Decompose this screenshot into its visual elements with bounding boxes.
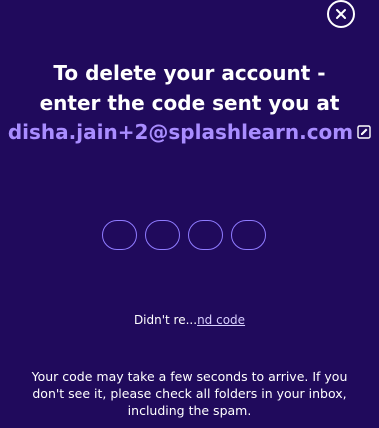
close-button[interactable] bbox=[327, 0, 355, 28]
otp-input-group bbox=[102, 220, 266, 250]
info-text: Your code may take a few seconds to arri… bbox=[0, 368, 379, 419]
otp-digit-1[interactable] bbox=[102, 220, 137, 250]
resend-row: Didn't re...nd code bbox=[0, 312, 379, 328]
email-row: disha.jain+2@splashlearn.com bbox=[0, 117, 379, 147]
page-title-line1: To delete your account - bbox=[53, 61, 326, 85]
resend-code-link[interactable]: nd code bbox=[197, 313, 245, 327]
close-icon bbox=[336, 9, 346, 19]
info-line-2: don't see it, please check all folders i… bbox=[32, 386, 347, 401]
email-address: disha.jain+2@splashlearn.com bbox=[7, 120, 354, 144]
otp-digit-3[interactable] bbox=[188, 220, 223, 250]
resend-prefix-text: Didn't re... bbox=[133, 313, 198, 327]
page-title-line2: enter the code sent you at bbox=[39, 91, 340, 115]
info-line-1: Your code may take a few seconds to arri… bbox=[31, 369, 348, 384]
otp-digit-2[interactable] bbox=[145, 220, 180, 250]
otp-digit-4[interactable] bbox=[231, 220, 266, 250]
edit-icon[interactable] bbox=[357, 125, 371, 139]
info-line-3: including the spam. bbox=[127, 403, 252, 418]
